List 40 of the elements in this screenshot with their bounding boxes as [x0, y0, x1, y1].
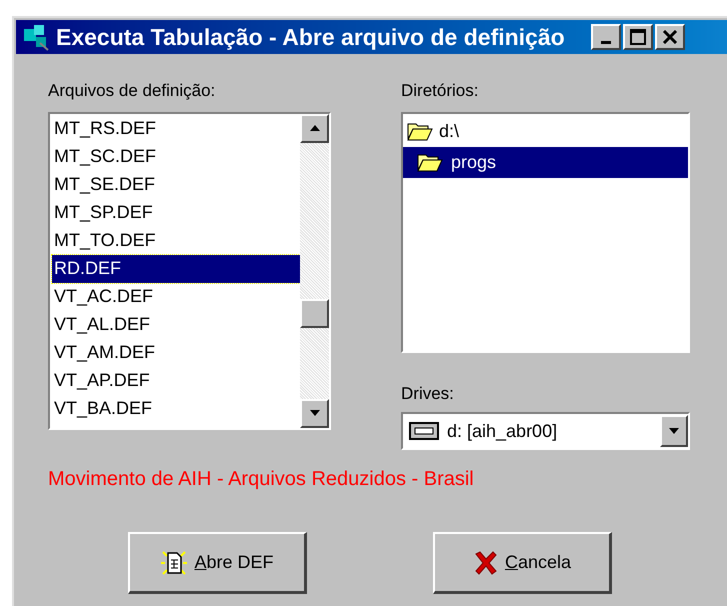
field-label: Arquivos de definição: [48, 80, 216, 102]
file-item[interactable]: MT_SP.DEF [52, 198, 300, 226]
x-icon [472, 550, 499, 576]
file-item[interactable]: VT_AC.DEF [52, 282, 300, 310]
drive-dropdown[interactable]: d: [aih_abr00] [401, 412, 690, 450]
file-item[interactable]: MT_SC.DEF [52, 142, 300, 170]
directory-item[interactable]: progs [403, 146, 688, 178]
file-item[interactable]: VT_BA.DEF [52, 394, 300, 422]
window-title: Executa Tabulação - Abre arquivo de definição [56, 22, 565, 52]
field-label: Diretórios: [401, 80, 480, 102]
file-item[interactable]: RD.DEF [52, 254, 300, 282]
scrollbar[interactable] [300, 114, 329, 428]
file-item[interactable]: MT_SE.DEF [52, 170, 300, 198]
description-text: Movimento de AIH - Arquivos Reduzidos - Brasil [48, 467, 475, 492]
scroll-thumb[interactable] [300, 298, 329, 328]
file-item[interactable]: VT_AM.DEF [52, 338, 300, 366]
close-icon [662, 30, 678, 44]
dropdown-arrow-button[interactable] [660, 415, 688, 447]
scroll-up-button[interactable] [300, 114, 329, 142]
field-label: Drives: [401, 382, 455, 404]
down-arrow-icon [669, 428, 679, 434]
folder-icon [407, 121, 433, 141]
drive-value: d: [aih_abr00] [447, 420, 558, 443]
scroll-down-button[interactable] [300, 398, 329, 428]
minimize-button[interactable] [590, 24, 621, 50]
open-button[interactable]: Abre DEF [128, 532, 307, 594]
maximize-button[interactable] [622, 24, 653, 50]
drive-icon [409, 422, 439, 440]
close-button[interactable] [654, 24, 685, 50]
file-item[interactable]: MT_TO.DEF [52, 226, 300, 254]
minimize-icon [600, 40, 611, 44]
cancel-button[interactable]: Cancela [433, 532, 612, 594]
file-item[interactable]: VT_AP.DEF [52, 366, 300, 394]
down-arrow-icon [310, 410, 320, 416]
file-item[interactable]: VT_AL.DEF [52, 310, 300, 338]
maximize-icon [630, 29, 646, 45]
up-arrow-icon [310, 125, 320, 131]
directory-item[interactable]: d:\ [403, 116, 688, 146]
folder-icon [417, 152, 443, 172]
file-item[interactable]: MT_RS.DEF [52, 114, 300, 142]
